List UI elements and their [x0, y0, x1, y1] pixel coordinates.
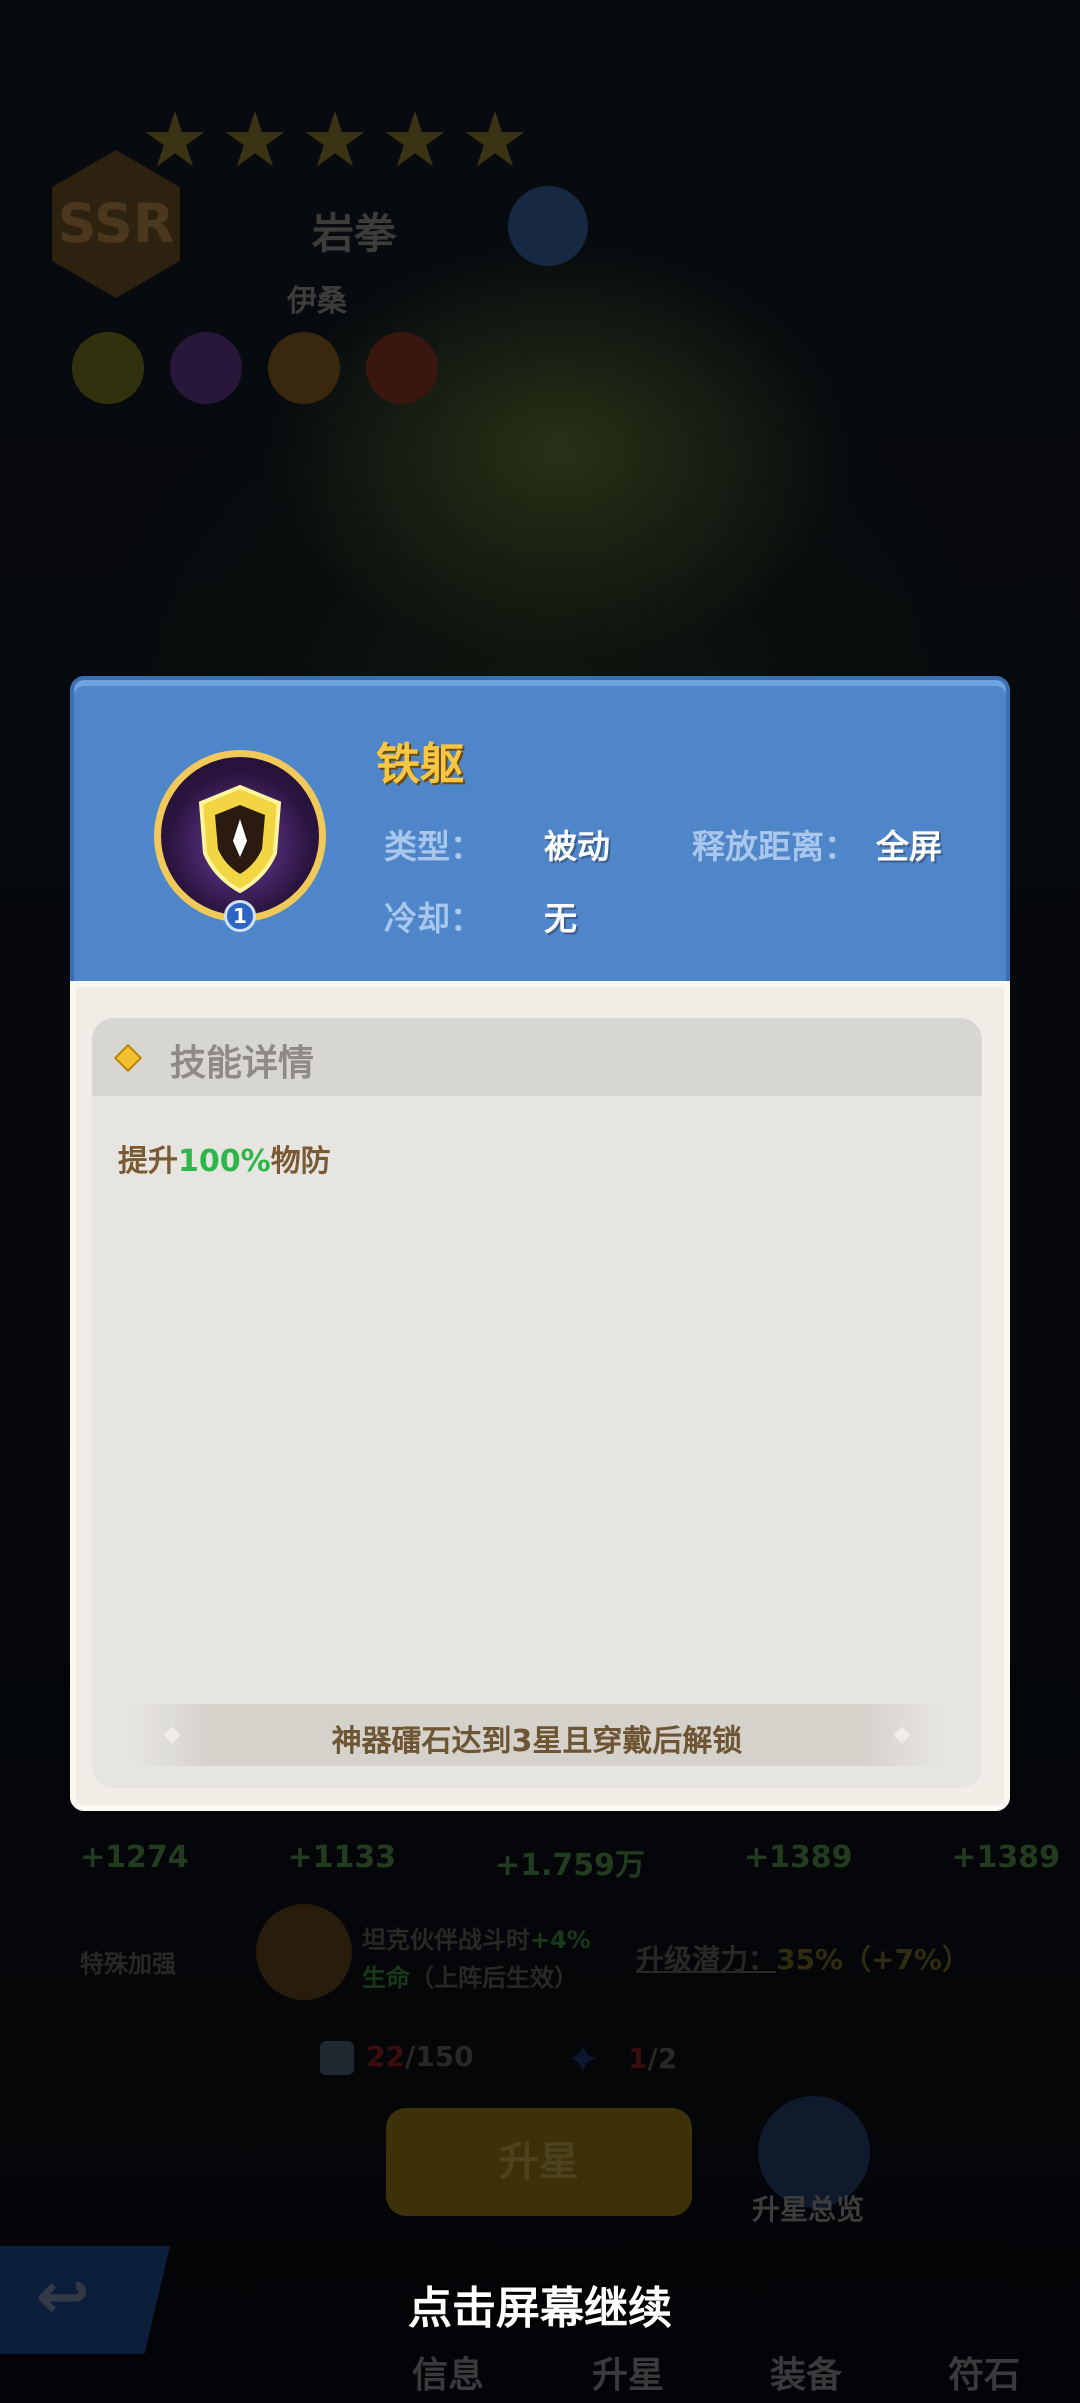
detail-title: 技能详情	[170, 1043, 315, 1084]
tap-to-continue[interactable]: 点击屏幕继续	[0, 2272, 1080, 2336]
cooldown-label: 冷却：	[384, 899, 483, 938]
cooldown-value: 无	[544, 899, 577, 938]
shield-icon	[198, 784, 282, 894]
range-value: 全屏	[876, 827, 942, 866]
skill-name: 铁躯	[376, 739, 464, 790]
type-value: 被动	[544, 827, 610, 866]
skill-icon	[154, 750, 326, 922]
range-label: 释放距离：	[692, 827, 857, 866]
skill-popup: 1 铁躯 类型： 被动 释放距离： 全屏 冷却： 无 技能详情 提升100%物防…	[70, 676, 1010, 1841]
unlock-condition-text: 神器礌石达到3星且穿戴后解锁	[331, 1724, 743, 1759]
skill-detail-panel: 技能详情 提升100%物防 神器礌石达到3星且穿戴后解锁	[92, 1018, 982, 1788]
detail-header: 技能详情	[92, 1018, 982, 1096]
skill-level-badge: 1	[224, 900, 256, 932]
type-label: 类型：	[384, 827, 483, 866]
diamond-icon	[113, 1043, 143, 1073]
skill-description: 提升100%物防	[118, 1144, 331, 1179]
popup-header: 1 铁躯 类型： 被动 释放距离： 全屏 冷却： 无	[70, 676, 1010, 986]
unlock-condition-bar: 神器礌石达到3星且穿戴后解锁	[132, 1704, 942, 1766]
